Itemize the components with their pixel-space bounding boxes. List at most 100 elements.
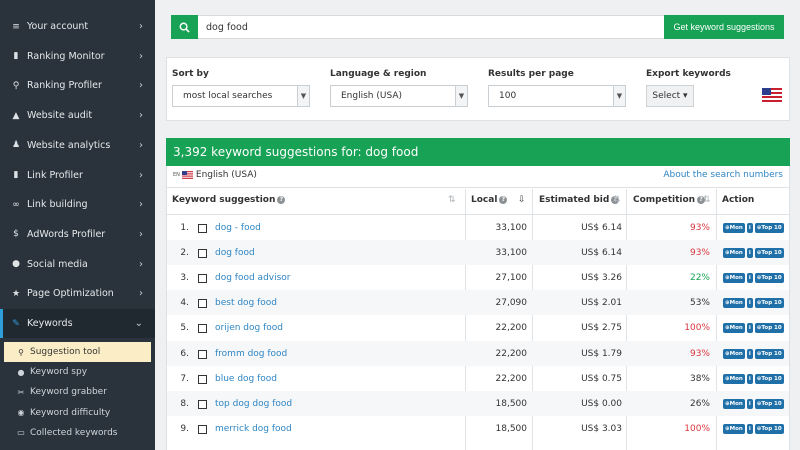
row-checkbox[interactable] [198,424,207,434]
help-icon[interactable]: ? [499,196,508,204]
info-button[interactable]: i [746,323,753,334]
keyword-search-input[interactable] [206,16,656,38]
local-searches: 22,200 [495,348,528,359]
keyword-link[interactable]: merrick dog food [215,424,292,434]
info-button[interactable]: i [746,248,753,259]
language-indicator: EN English (USA) [173,170,257,180]
info-button[interactable]: i [746,373,753,384]
sidebar-item-link-building[interactable]: ∞ Link building › [0,190,155,219]
keyword-link[interactable]: best dog food [215,298,277,308]
sort-icon[interactable]: ⇅ [613,195,621,205]
language-text: English (USA) [195,170,257,180]
row-actions: ⊕Mon i ⊕Top 10 [723,348,784,359]
top10-button[interactable]: ⊕Top 10 [754,323,784,334]
monitor-button[interactable]: ⊕Mon [723,248,745,259]
monitor-button[interactable]: ⊕Mon [723,273,745,284]
monitor-button[interactable]: ⊕Mon [723,223,745,233]
top10-button[interactable]: ⊕Top 10 [754,248,784,259]
language-region-value: English (USA) [341,91,403,101]
sidebar-item-your-account[interactable]: ≡ Your account › [0,12,155,41]
scissors-icon: ✂ [17,387,25,397]
results-per-page-label: Results per page [488,69,574,79]
info-button[interactable]: i [746,423,753,434]
estimated-bid: US$ 3.26 [581,273,622,284]
subnav-item-keyword-spy[interactable]: ● Keyword spy [0,362,155,382]
results-per-page-select[interactable]: 100 ▼ [488,85,626,107]
info-button[interactable]: i [746,348,753,359]
row-checkbox[interactable] [198,249,207,259]
subnav-item-keyword-grabber[interactable]: ✂ Keyword grabber [0,382,155,402]
competition-value: 26% [689,398,710,409]
sidebar-item-website-analytics[interactable]: ♟ Website analytics › [0,131,155,160]
subnav-item-keyword-difficulty[interactable]: ◉ Keyword difficulty [0,403,155,423]
sort-desc-icon[interactable]: ⇩ [518,195,526,205]
keyword-link[interactable]: fromm dog food [215,349,287,359]
monitor-button[interactable]: ⊕Mon [723,423,745,434]
row-checkbox[interactable] [198,299,207,309]
top10-button[interactable]: ⊕Top 10 [754,398,784,409]
results-per-page-value: 100 [499,91,517,101]
top10-button[interactable]: ⊕Top 10 [754,223,784,233]
sidebar-item-website-audit[interactable]: ▲ Website audit › [0,101,155,130]
language-region-select[interactable]: English (USA) ▼ [330,85,468,107]
column-estimated-bid[interactable]: Estimated bid? [539,195,620,205]
monitor-button[interactable]: ⊕Mon [723,298,745,309]
results-title: 3,392 keyword suggestions for: dog food [166,138,790,166]
sort-by-select[interactable]: most local searches ▼ [172,85,310,107]
sidebar-item-social-media[interactable]: ● Social media › [0,250,155,279]
keyword-link[interactable]: blue dog food [215,374,277,384]
us-flag-icon [181,171,193,179]
keyword-link[interactable]: dog - food [215,223,261,233]
subnav-item-collected-keywords[interactable]: ▭ Collected keywords [0,423,155,443]
info-button[interactable]: i [746,298,753,309]
chevron-right-icon: › [139,21,143,32]
column-keyword-suggestion[interactable]: Keyword suggestion? [172,195,286,205]
sort-icon[interactable]: ⇅ [448,195,456,205]
keyword-link[interactable]: top dog dog food [215,399,292,409]
table-row: 6. fromm dog food 22,200 US$ 1.79 93% ⊕Mon i ⊕T… [167,340,789,366]
sidebar-item-link-profiler[interactable]: ▮ Link Profiler › [0,161,155,190]
info-button[interactable]: i [746,223,753,233]
table-row: 9. merrick dog food 18,500 US$ 3.03 100% ⊕Mon… [167,416,789,441]
sidebar-item-ranking-monitor[interactable]: ▮ Ranking Monitor › [0,42,155,71]
row-checkbox[interactable] [198,274,207,284]
sidebar-item-adwords-profiler[interactable]: $ AdWords Profiler › [0,220,155,249]
keyword-link[interactable]: orijen dog food [215,323,283,333]
subnav-item-suggestion-tool[interactable]: ⚲ Suggestion tool [4,342,151,362]
chevron-right-icon: › [139,288,143,300]
top10-button[interactable]: ⊕Top 10 [754,298,784,309]
row-checkbox[interactable] [198,224,207,233]
keyword-link[interactable]: dog food [215,248,255,258]
column-local[interactable]: Local? [471,195,508,205]
about-search-numbers-link[interactable]: About the search numbers [663,170,783,180]
row-checkbox[interactable] [198,349,207,359]
sidebar-item-ranking-profiler[interactable]: ⚲ Ranking Profiler › [0,71,155,100]
top10-button[interactable]: ⊕Top 10 [754,423,784,434]
monitor-button[interactable]: ⊕Mon [723,323,745,334]
subnav-item-label: Keyword grabber [30,387,107,398]
monitor-button[interactable]: ⊕Mon [723,373,745,384]
top10-button[interactable]: ⊕Top 10 [754,348,784,359]
help-icon[interactable]: ? [277,196,286,204]
search-button[interactable] [171,15,198,39]
info-button[interactable]: i [746,398,753,409]
monitor-button[interactable]: ⊕Mon [723,348,745,359]
local-searches: 18,500 [495,398,528,409]
row-checkbox[interactable] [198,374,207,384]
keyword-link[interactable]: dog food advisor [215,273,291,283]
info-button[interactable]: i [746,273,753,284]
get-keyword-suggestions-button[interactable]: Get keyword suggestions [664,15,784,39]
top10-button[interactable]: ⊕Top 10 [754,373,784,384]
column-competition[interactable]: Competition? [633,195,706,205]
sidebar-item-label: Social media [27,258,88,270]
row-checkbox[interactable] [198,399,207,409]
row-checkbox[interactable] [198,324,207,334]
sidebar-item-keywords[interactable]: ✎ Keywords ⌄ [0,309,155,338]
top10-button[interactable]: ⊕Top 10 [754,273,784,284]
monitor-button[interactable]: ⊕Mon [723,398,745,409]
us-flag-icon[interactable] [762,88,782,102]
sort-icon[interactable]: ⇅ [703,195,711,205]
export-select-button[interactable]: Select ▾ [646,85,694,107]
table-row: 8. top dog dog food 18,500 US$ 0.00 26% ⊕Mon i… [167,390,789,416]
sidebar-item-page-optimization[interactable]: ★ Page Optimization › [0,279,155,308]
